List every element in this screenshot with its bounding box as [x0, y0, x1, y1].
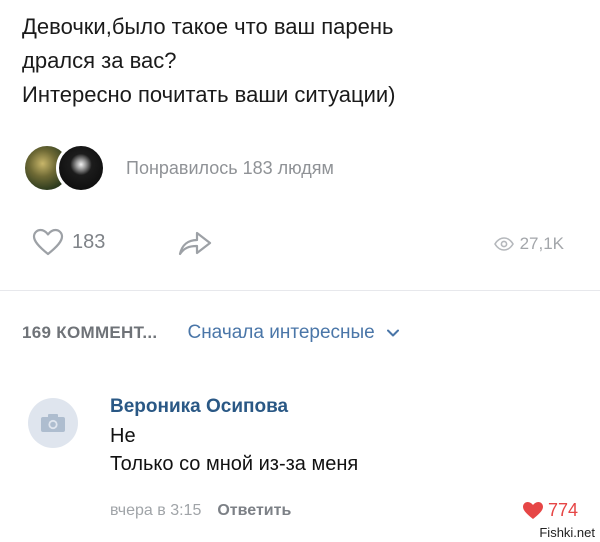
heart-outline-icon — [32, 228, 64, 256]
comment-time: вчера в 3:15 — [110, 502, 202, 519]
comments-bar: 169 КОММЕНТ... Сначала интересные — [22, 318, 582, 348]
post-text-line: Интересно почитать ваши ситуации) — [22, 82, 396, 107]
like-button[interactable]: 183 — [32, 228, 105, 256]
reply-button[interactable]: Ответить — [217, 502, 291, 520]
divider — [0, 290, 600, 291]
comment-like-button[interactable]: 774 — [522, 500, 578, 521]
post-actions: 183 27,1K — [22, 222, 572, 266]
liked-by-text[interactable]: Понравилось 183 людям — [126, 158, 334, 179]
likers-row[interactable]: Понравилось 183 людям — [22, 141, 334, 195]
camera-icon — [41, 414, 65, 432]
comments-count: 169 КОММЕНТ... — [22, 323, 158, 342]
watermark: Fishki.net — [536, 525, 598, 540]
eye-icon — [493, 237, 514, 251]
post-text-line: Девочки,было такое что ваш парень — [22, 14, 394, 39]
comment-like-count: 774 — [547, 500, 578, 520]
comment-author[interactable]: Вероника Осипова — [110, 392, 580, 422]
comment-text-line: Только со мной из-за меня — [110, 453, 359, 475]
like-count: 183 — [72, 230, 106, 253]
comment-item: Вероника Осипова Не Только со мной из-за… — [22, 392, 582, 532]
commenter-avatar[interactable] — [28, 398, 78, 448]
sort-label[interactable]: Сначала интересные — [187, 322, 374, 344]
post-text: Девочки,было такое что ваш парень дрался… — [22, 10, 582, 112]
share-button[interactable] — [177, 228, 213, 263]
heart-filled-icon — [522, 502, 543, 519]
liker-avatar[interactable] — [56, 143, 106, 193]
comment-body: Вероника Осипова Не Только со мной из-за… — [110, 392, 580, 519]
comments-sort-select[interactable]: Сначала интересные — [187, 322, 399, 344]
views-count: 27,1K — [519, 234, 564, 253]
views-counter: 27,1K — [493, 234, 564, 254]
share-arrow-icon — [178, 231, 212, 256]
comment-text-line: Не — [110, 425, 136, 447]
chevron-down-icon — [386, 329, 399, 337]
post-text-line: дрался за вас? — [22, 48, 177, 73]
comment-meta: вчера в 3:15 Ответить — [110, 502, 291, 520]
